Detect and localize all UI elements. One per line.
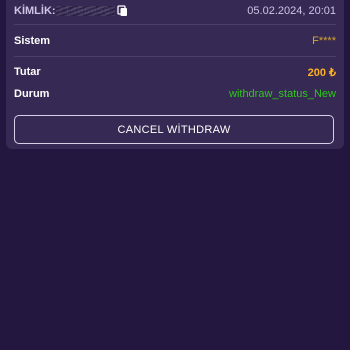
transaction-id-value: 71466656 xyxy=(55,5,115,17)
copy-icon[interactable] xyxy=(116,5,129,17)
system-value: F**** xyxy=(312,35,336,47)
transaction-card: KİMLİK: 71466656 05.02.2024, 20:01 Siste… xyxy=(6,0,344,149)
divider xyxy=(14,56,336,57)
divider xyxy=(14,24,336,25)
amount-row: Tutar 200 ₺ xyxy=(14,64,336,80)
status-value: withdraw_status_New xyxy=(229,88,336,100)
amount-label: Tutar xyxy=(14,66,41,78)
transaction-date: 05.02.2024, 20:01 xyxy=(247,5,336,17)
amount-value: 200 ₺ xyxy=(307,66,336,79)
transaction-id: KİMLİK: 71466656 xyxy=(14,5,129,17)
system-label: Sistem xyxy=(14,35,51,47)
transaction-id-row: KİMLİK: 71466656 05.02.2024, 20:01 xyxy=(14,2,336,20)
system-row: Sistem F**** xyxy=(14,33,336,49)
cancel-withdraw-button[interactable]: CANCEL WİTHDRAW xyxy=(14,115,334,144)
status-row: Durum withdraw_status_New xyxy=(14,86,336,102)
transaction-id-label: KİMLİK: xyxy=(14,5,56,17)
status-label: Durum xyxy=(14,88,50,100)
